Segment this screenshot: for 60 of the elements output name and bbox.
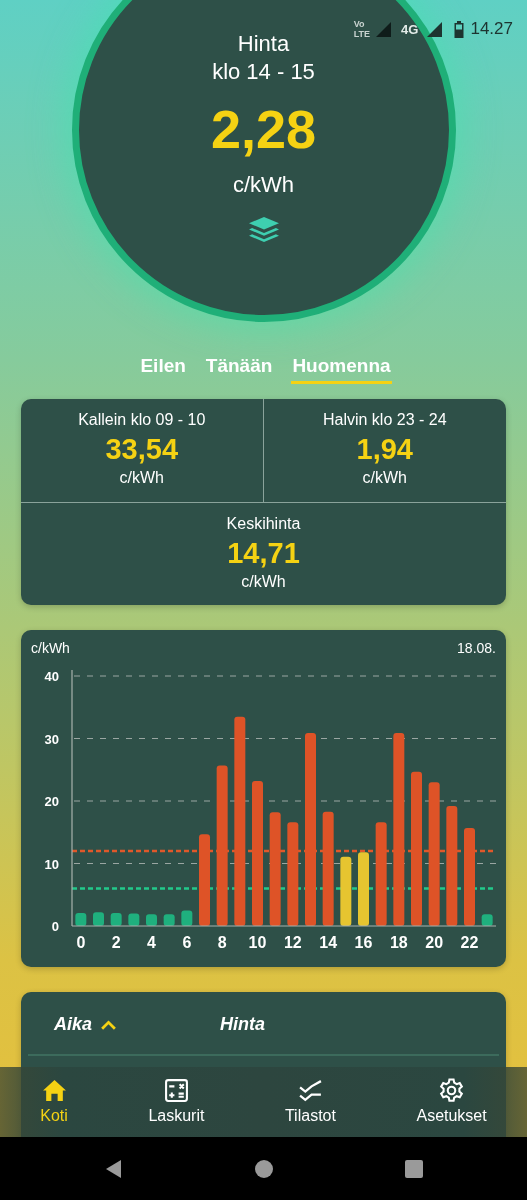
summary-unit: c/kWh: [241, 572, 286, 592]
price-bar: [146, 914, 157, 926]
price-bar: [128, 913, 140, 926]
price-bar: [110, 912, 122, 926]
nav-item[interactable]: Laskurit: [148, 1078, 205, 1126]
chart-date: 18.08.: [457, 640, 496, 656]
price-bar: [163, 914, 175, 926]
signal-icon: [427, 21, 443, 37]
y-tick-label: 40: [44, 669, 59, 684]
summary-label: Kallein klo 09 - 10: [78, 410, 206, 430]
price-bar: [481, 914, 493, 926]
volte-label: Vo LTE: [353, 19, 371, 39]
summary-value: 33,54: [105, 432, 179, 467]
column-header[interactable]: Aika: [54, 1012, 220, 1036]
zigzag-chart-icon: [297, 1078, 323, 1103]
current-price: 2,28: [210, 99, 317, 159]
price-bar: [93, 912, 104, 926]
x-tick-label: 20: [425, 934, 444, 951]
home-circle-icon[interactable]: [253, 1158, 274, 1179]
recents-icon[interactable]: [403, 1158, 424, 1179]
network-label: 4G: [401, 21, 419, 37]
y-tick-label: 0: [51, 919, 59, 934]
summary-unit: c/kWh: [362, 468, 407, 488]
calculator-icon: [163, 1078, 189, 1103]
y-tick-label: 30: [44, 731, 59, 747]
x-tick-label: 6: [182, 934, 192, 951]
battery-icon: [454, 20, 465, 38]
summary-label: Keskihinta: [226, 514, 301, 534]
price-bar: [340, 856, 352, 926]
nav-item[interactable]: Tilastot: [284, 1078, 336, 1126]
y-tick-label: 20: [44, 794, 59, 809]
nav-item[interactable]: Koti: [40, 1078, 68, 1126]
price-bar: [181, 910, 193, 926]
x-tick-label: 18: [389, 934, 408, 951]
nav-item[interactable]: Asetukset: [416, 1078, 487, 1126]
price-title: Hinta: [237, 30, 290, 58]
summary-value: 1,94: [356, 432, 413, 467]
column-header[interactable]: Hinta: [220, 1012, 386, 1036]
summary-unit: c/kWh: [119, 468, 164, 488]
y-tick-label: 10: [44, 856, 59, 872]
layers-icon[interactable]: [248, 217, 279, 242]
x-tick-label: 22: [460, 934, 479, 951]
clock: 14.27: [470, 19, 513, 39]
home-icon: [41, 1078, 67, 1103]
x-tick-label: 0: [76, 934, 86, 951]
x-tick-label: 2: [111, 934, 121, 951]
x-tick-label: 10: [248, 934, 267, 951]
axis-unit: c/kWh: [31, 640, 70, 656]
x-tick-label: 4: [147, 934, 156, 951]
summary-label: Halvin klo 23 - 24: [322, 410, 447, 430]
x-tick-label: 12: [283, 934, 302, 951]
settings-icon: [439, 1078, 465, 1103]
price-hour: klo 14 - 15: [212, 58, 315, 86]
x-tick-label: 14: [319, 934, 338, 951]
x-tick-label: 16: [354, 934, 373, 951]
price-bar: [75, 912, 87, 926]
signal-icon: [376, 21, 392, 37]
summary-value: 14,71: [227, 536, 300, 571]
price-unit: c/kWh: [232, 171, 295, 199]
x-tick-label: 8: [217, 934, 227, 951]
